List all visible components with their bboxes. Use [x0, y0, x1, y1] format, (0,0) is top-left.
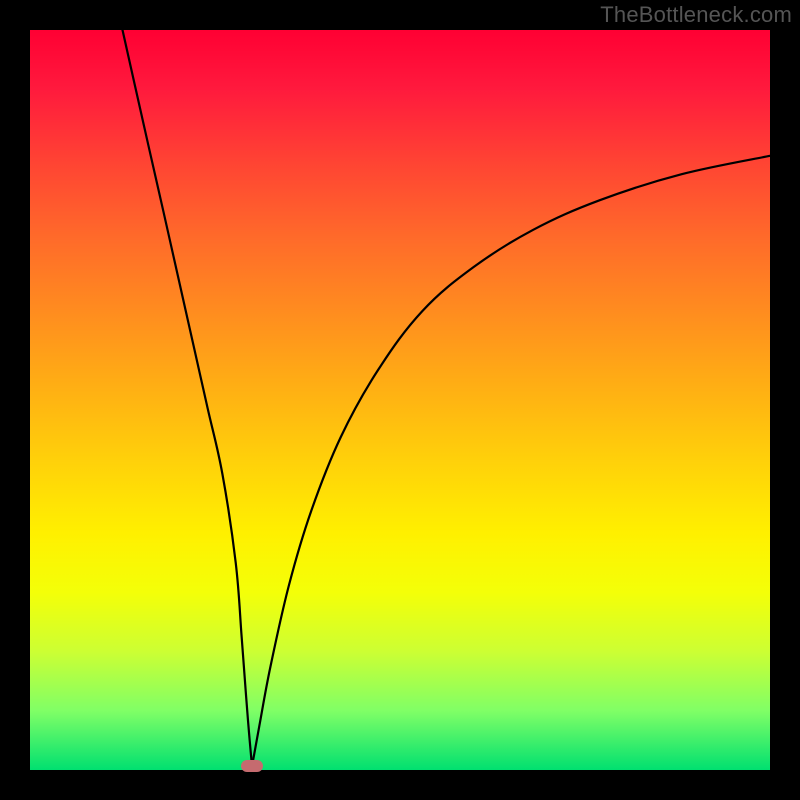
left-branch-path [123, 30, 253, 766]
min-point-marker [241, 760, 263, 772]
right-branch-path [252, 156, 770, 767]
chart-frame: TheBottleneck.com [0, 0, 800, 800]
curve-layer [30, 30, 770, 770]
watermark-text: TheBottleneck.com [600, 2, 792, 28]
plot-area [30, 30, 770, 770]
